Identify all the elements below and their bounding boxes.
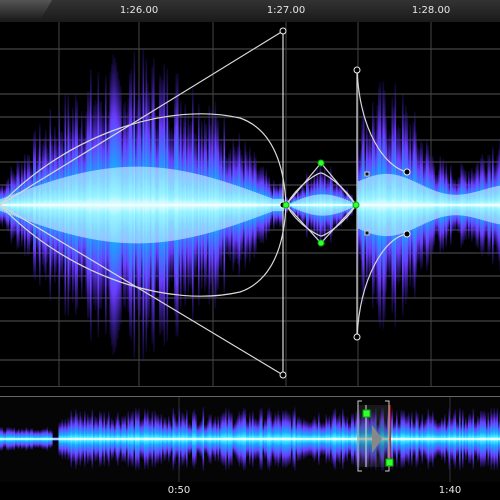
overview-waveform[interactable] bbox=[0, 396, 500, 484]
timeline-label-1: 1:26.00 bbox=[119, 5, 159, 16]
selection-end-handle-icon[interactable] bbox=[385, 458, 394, 467]
overview-label-1: 0:50 bbox=[167, 485, 191, 496]
timeline-label-3: 1:28.00 bbox=[411, 5, 451, 16]
selection-region[interactable] bbox=[357, 400, 394, 472]
envelope-point-icon[interactable] bbox=[279, 371, 287, 379]
green-node-icon[interactable] bbox=[317, 159, 325, 167]
envelope-point-icon[interactable] bbox=[353, 333, 361, 341]
timeline-ruler[interactable]: 1:26.00 1:27.00 1:28.00 bbox=[0, 0, 500, 23]
timeline-label-2: 1:27.00 bbox=[266, 5, 306, 16]
green-node-icon[interactable] bbox=[317, 239, 325, 247]
ruler-corner bbox=[0, 0, 52, 18]
overview-label-2: 1:40 bbox=[438, 485, 462, 496]
bezier-handle-icon[interactable] bbox=[364, 230, 370, 236]
selection-start-handle-icon[interactable] bbox=[362, 409, 371, 418]
green-node-icon[interactable] bbox=[352, 201, 360, 209]
overview-ruler[interactable]: 0:50 1:40 bbox=[0, 482, 500, 500]
envelope-point-icon[interactable] bbox=[403, 168, 411, 176]
overview-canvas[interactable] bbox=[0, 397, 500, 483]
envelope-point-icon[interactable] bbox=[353, 66, 361, 74]
waveform-canvas[interactable] bbox=[0, 22, 500, 386]
envelope-point-icon[interactable] bbox=[279, 27, 287, 35]
bezier-handle-icon[interactable] bbox=[364, 171, 370, 177]
green-node-icon[interactable] bbox=[282, 201, 290, 209]
waveform-editor[interactable] bbox=[0, 22, 500, 386]
envelope-point-icon[interactable] bbox=[403, 230, 411, 238]
